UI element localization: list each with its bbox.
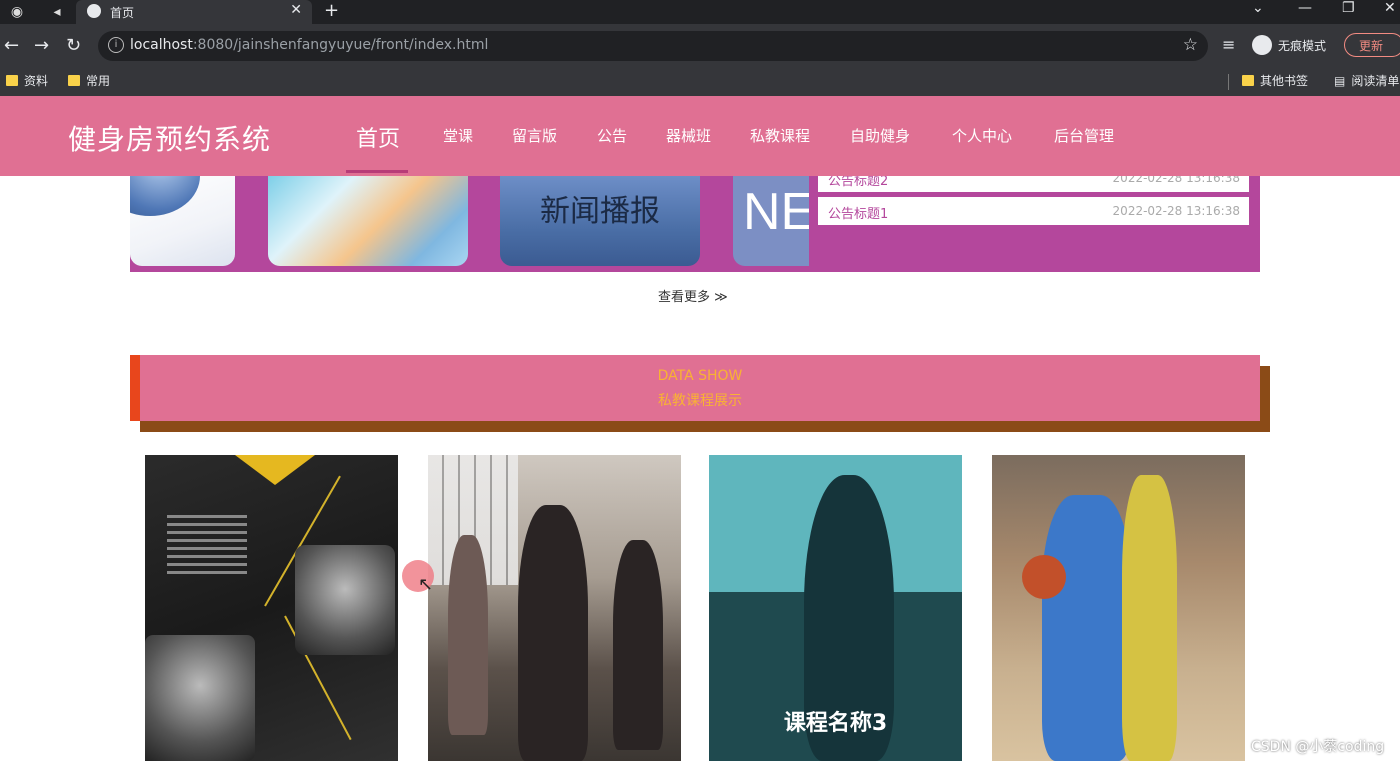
course-card[interactable] [145,455,398,761]
news-card[interactable]: NE [733,176,809,266]
site-brand[interactable]: 健身房预约系统 [68,118,271,158]
tab-title: 首页 [110,6,135,20]
nav-notices[interactable]: 公告 [597,125,627,146]
mouse-cursor-icon: ↖ [418,574,434,595]
address-bar: ← → ↻ i localhost:8080/jainshenfangyuyue… [0,24,1400,68]
basketball-icon [1022,555,1066,599]
section-title-zh: 私教课程展示 [658,393,742,409]
bookmark-star-icon[interactable]: ☆ [1183,35,1198,55]
course-card[interactable] [992,455,1245,761]
section-title-en: DATA SHOW [657,368,743,384]
notice-title: 公告标题1 [828,207,889,222]
athlete-figure [613,540,663,750]
course-card[interactable] [428,455,681,761]
restore-icon[interactable]: ❐ [1342,0,1355,16]
watermark: CSDN @小蔡coding [1251,739,1385,755]
url-text: localhost:8080/jainshenfangyuyue/front/i… [130,37,488,53]
browser-tab[interactable]: 首页 ✕ [76,0,312,24]
chevron-down-icon[interactable]: ⌄ [1252,0,1264,16]
minimize-icon[interactable]: — [1298,0,1312,16]
folder-icon [1242,75,1254,86]
nav-admin[interactable]: 后台管理 [1054,125,1114,146]
athlete-figure [518,505,588,761]
nav-classes[interactable]: 堂课 [443,125,473,146]
bookmark-label: 资料 [24,74,49,88]
decor-triangle [235,455,315,485]
course-image [145,635,255,761]
incognito-icon [1252,35,1272,55]
update-button[interactable]: 更新 [1344,33,1400,57]
forward-icon[interactable]: → [34,35,49,56]
nav-private-courses[interactable]: 私教课程 [750,125,810,146]
nav-messages[interactable]: 留言版 [512,125,557,146]
url-path: :8080/jainshenfangyuyue/front/index.html [192,37,489,53]
bookmark-folder[interactable]: 资料 [6,72,48,89]
bookmark-label: 常用 [86,74,111,88]
athlete-figure [1122,475,1177,761]
nav-home[interactable]: 首页 [356,121,400,153]
active-nav-underline [346,170,408,173]
bookmarks-bar: 资料 常用 其他书签 ▤ 阅读清单 [0,68,1400,97]
bookmark-label: 其他书签 [1260,74,1309,88]
media-list-icon[interactable]: ≡ [1222,35,1235,54]
incognito-label: 无痕模式 [1278,38,1327,53]
nav-equipment[interactable]: 器械班 [666,125,711,146]
news-card[interactable]: 新闻播报 [500,176,700,266]
new-tab-button[interactable]: + [324,0,339,21]
url-field[interactable]: i localhost:8080/jainshenfangyuyue/front… [98,31,1208,61]
divider [1228,74,1229,90]
poster-text [167,510,247,579]
view-more-link[interactable]: 查看更多 ≫ [658,286,728,305]
athlete-figure [448,535,488,735]
course-image [295,545,395,655]
athlete-figure [1042,495,1132,761]
globe-icon[interactable]: ◉ [8,3,26,21]
site-nav: 健身房预约系统 首页 堂课 留言版 公告 器械班 私教课程 自助健身 个人中心 … [0,96,1400,176]
bookmark-label: 阅读清单 [1351,74,1400,88]
reload-icon[interactable]: ↻ [66,35,81,56]
notice-date: 2022-02-28 13:16:38 [1112,204,1240,218]
back-icon[interactable]: ← [4,35,19,56]
window-close-icon[interactable]: ✕ [1384,0,1396,16]
news-card-text: NE [743,183,809,241]
news-card-text: 新闻播报 [540,194,660,229]
incognito-indicator[interactable]: 无痕模式 [1252,31,1326,59]
globe-icon [87,4,101,18]
url-host: localhost [130,37,193,53]
reading-list[interactable]: ▤ 阅读清单 [1334,72,1399,89]
mute-icon[interactable]: ◂ [48,3,66,21]
bookmark-folder[interactable]: 常用 [68,72,110,89]
section-banner: DATA SHOW 私教课程展示 [130,355,1260,421]
news-card[interactable] [268,176,468,266]
info-icon[interactable]: i [108,37,124,53]
nav-self-fitness[interactable]: 自助健身 [850,125,910,146]
browser-tab-bar: ◉ ◂ 首页 ✕ + ⌄ — ❐ ✕ [0,0,1400,24]
other-bookmarks[interactable]: 其他书签 [1242,72,1308,89]
course-name: 课程名称3 [783,711,888,736]
notice-item[interactable]: 公告标题1 2022-02-28 13:16:38 [818,197,1249,225]
news-card[interactable] [130,176,235,266]
reading-list-icon: ▤ [1334,73,1346,88]
folder-icon [6,75,18,86]
nav-profile[interactable]: 个人中心 [952,125,1012,146]
news-image [130,176,200,216]
close-icon[interactable]: ✕ [290,2,302,18]
folder-icon [68,75,80,86]
course-card[interactable]: 课程名称3 [709,455,962,761]
